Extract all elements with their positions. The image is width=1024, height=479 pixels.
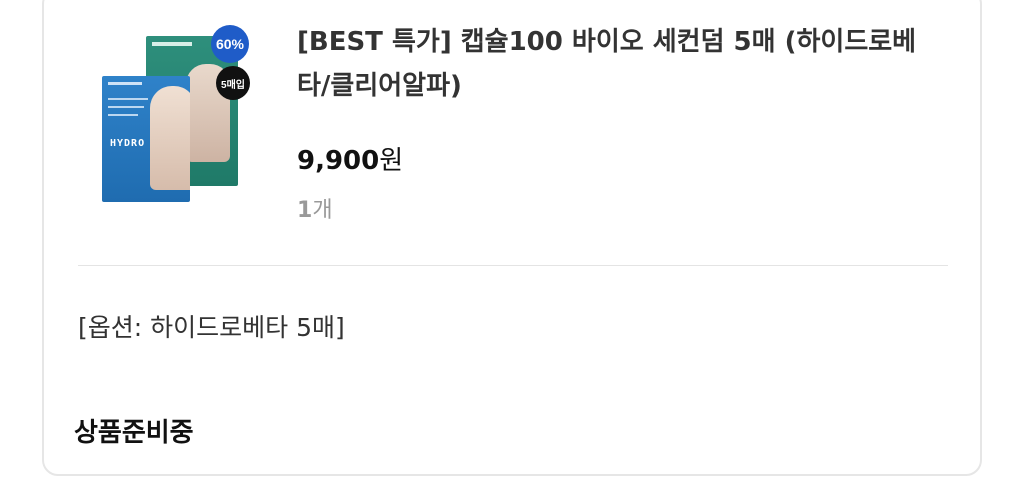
- divider: [78, 265, 948, 266]
- count-badge: 5매입: [216, 66, 250, 100]
- discount-badge: 60%: [211, 25, 249, 63]
- order-status: 상품준비중: [74, 418, 194, 448]
- product-title[interactable]: [BEST 특가] 캡슐100 바이오 세컨덤 5매 (하이드로베타/클리어알파…: [297, 20, 947, 108]
- quantity-unit: 개: [312, 198, 333, 223]
- price-unit: 원: [379, 146, 404, 176]
- product-quantity: 1개: [297, 192, 333, 224]
- mask-pack-front-image: HYDRO: [102, 76, 190, 202]
- quantity-value: 1: [297, 198, 313, 223]
- price-value: 9,900: [297, 146, 380, 176]
- product-price: 9,900원: [297, 140, 403, 177]
- pack-label: HYDRO: [110, 138, 146, 149]
- product-thumbnail[interactable]: HYDRO 60% 5매입: [100, 22, 260, 204]
- product-option: [옵션: 하이드로베타 5매]: [78, 313, 345, 342]
